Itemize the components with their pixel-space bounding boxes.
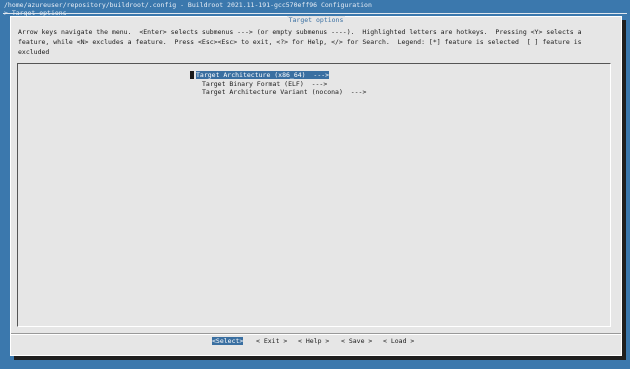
menu-item-target-binary-format[interactable]: Target Binary Format (ELF) ---> bbox=[202, 80, 327, 88]
breadcrumb-divider bbox=[3, 13, 627, 14]
select-button[interactable]: <Select> bbox=[212, 337, 244, 345]
menu-list: Target Architecture (x86_64) ---> Target… bbox=[17, 63, 611, 327]
menuconfig-dialog: Target options Arrow keys navigate the m… bbox=[10, 16, 622, 356]
menu-item-target-architecture-variant[interactable]: Target Architecture Variant (nocona) ---… bbox=[202, 88, 366, 96]
button-divider bbox=[11, 333, 621, 335]
save-button[interactable]: < Save > bbox=[341, 337, 372, 345]
help-text: Arrow keys navigate the menu. <Enter> se… bbox=[18, 28, 586, 56]
window-title: /home/azureuser/repository/buildroot/.co… bbox=[4, 1, 372, 9]
menu-item-target-architecture[interactable]: Target Architecture (x86_64) ---> bbox=[196, 71, 330, 79]
dialog-title-text: Target options bbox=[286, 16, 346, 24]
help-button[interactable]: < Help > bbox=[298, 337, 329, 345]
dialog-title: Target options bbox=[11, 16, 621, 24]
load-button[interactable]: < Load > bbox=[383, 337, 414, 345]
exit-button[interactable]: < Exit > bbox=[256, 337, 287, 345]
cursor-block bbox=[190, 71, 194, 79]
